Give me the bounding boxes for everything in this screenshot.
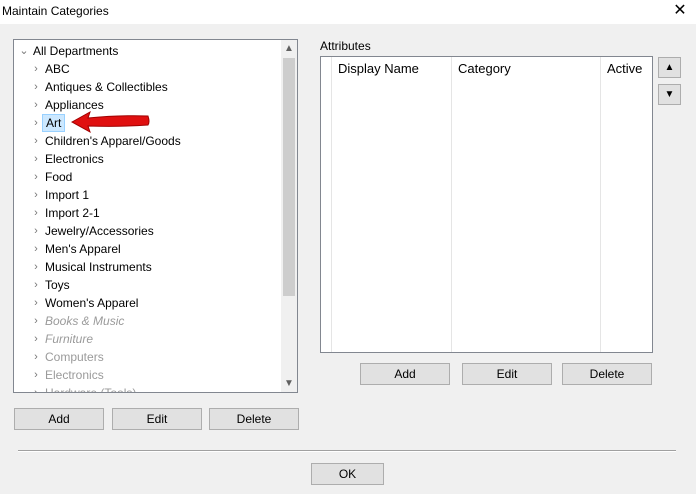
chevron-down-icon[interactable]: ⌄ <box>18 42 30 60</box>
scroll-thumb[interactable] <box>283 58 295 296</box>
column-header[interactable]: Active <box>601 57 652 81</box>
chevron-right-icon[interactable]: › <box>30 150 42 168</box>
move-down-button[interactable]: ▼ <box>658 84 681 105</box>
tree-add-button[interactable]: Add <box>14 408 104 430</box>
tree-node-label: Women's Apparel <box>45 296 139 310</box>
tree-node-label: Art <box>42 114 66 132</box>
tree-node-label: Food <box>45 170 73 184</box>
tree-edit-button[interactable]: Edit <box>112 408 202 430</box>
tree-node-label: Electronics <box>45 368 104 382</box>
red-arrow-annotation-icon <box>70 110 150 134</box>
chevron-right-icon[interactable]: › <box>30 240 42 258</box>
chevron-right-icon[interactable]: › <box>30 132 42 150</box>
chevron-right-icon[interactable]: › <box>30 78 42 96</box>
tree-delete-button[interactable]: Delete <box>209 408 299 430</box>
window-title: Maintain Categories <box>2 4 109 18</box>
scroll-down-icon[interactable]: ▼ <box>281 375 297 392</box>
chevron-right-icon[interactable]: › <box>30 276 42 294</box>
tree-node-label: Hardware (Tools) <box>42 384 139 392</box>
tree-node-label: Musical Instruments <box>45 260 152 274</box>
chevron-right-icon[interactable]: › <box>30 60 42 78</box>
chevron-right-icon[interactable]: › <box>30 114 42 132</box>
scroll-up-icon[interactable]: ▲ <box>281 40 297 57</box>
chevron-right-icon[interactable]: › <box>30 96 42 114</box>
ok-button[interactable]: OK <box>311 463 384 485</box>
column-display-name: Display Name <box>331 57 452 352</box>
attribute-edit-button[interactable]: Edit <box>462 363 552 385</box>
tree-node-label: Men's Apparel <box>45 242 121 256</box>
chevron-right-icon[interactable]: › <box>30 312 42 330</box>
chevron-right-icon[interactable]: › <box>30 330 42 348</box>
chevron-right-icon[interactable]: › <box>30 204 42 222</box>
attribute-delete-button[interactable]: Delete <box>562 363 652 385</box>
category-tree[interactable]: ⌄ All Departments › ABC › Antiques & Collec… <box>13 39 298 393</box>
tree-node-label: Antiques & Collectibles <box>45 80 168 94</box>
tree-node-label: Furniture <box>45 332 94 346</box>
chevron-right-icon[interactable]: › <box>30 222 42 240</box>
chevron-right-icon[interactable]: › <box>30 258 42 276</box>
attributes-grid[interactable]: Display Name Category Active <box>320 56 653 353</box>
chevron-right-icon[interactable]: › <box>30 186 42 204</box>
column-active: Active <box>600 57 652 352</box>
tree-node-label: Children's Apparel/Goods <box>45 134 181 148</box>
tree-node-label: ABC <box>45 62 70 76</box>
tree-content: ⌄ All Departments › ABC › Antiques & Collec… <box>14 40 282 392</box>
tree-node-label: Toys <box>45 278 70 292</box>
divider <box>18 451 676 452</box>
move-up-button[interactable]: ▲ <box>658 57 681 78</box>
tree-node-label: All Departments <box>33 44 119 58</box>
column-category: Category <box>451 57 601 352</box>
tree-node-label: Computers <box>45 350 104 364</box>
tree-node-label: Books & Music <box>45 314 125 328</box>
tree-node-label: Import 1 <box>45 188 90 202</box>
column-header[interactable]: Display Name <box>332 57 452 81</box>
chevron-right-icon[interactable]: › <box>30 294 42 312</box>
chevron-right-icon[interactable]: › <box>30 366 42 384</box>
attribute-add-button[interactable]: Add <box>360 363 450 385</box>
close-icon[interactable]: ✕ <box>668 0 692 22</box>
attributes-label: Attributes <box>320 39 371 53</box>
chevron-right-icon[interactable]: › <box>30 384 42 392</box>
chevron-right-icon[interactable]: › <box>30 348 42 366</box>
title-bar: Maintain Categories ✕ <box>0 0 696 24</box>
tree-node-label: Jewelry/Accessories <box>45 224 154 238</box>
tree-node-label: Electronics <box>45 152 104 166</box>
column-header[interactable]: Category <box>452 57 601 81</box>
tree-scrollbar[interactable]: ▲ ▼ <box>281 40 297 392</box>
chevron-right-icon[interactable]: › <box>30 168 42 186</box>
tree-node-label: Import 2-1 <box>45 206 100 220</box>
